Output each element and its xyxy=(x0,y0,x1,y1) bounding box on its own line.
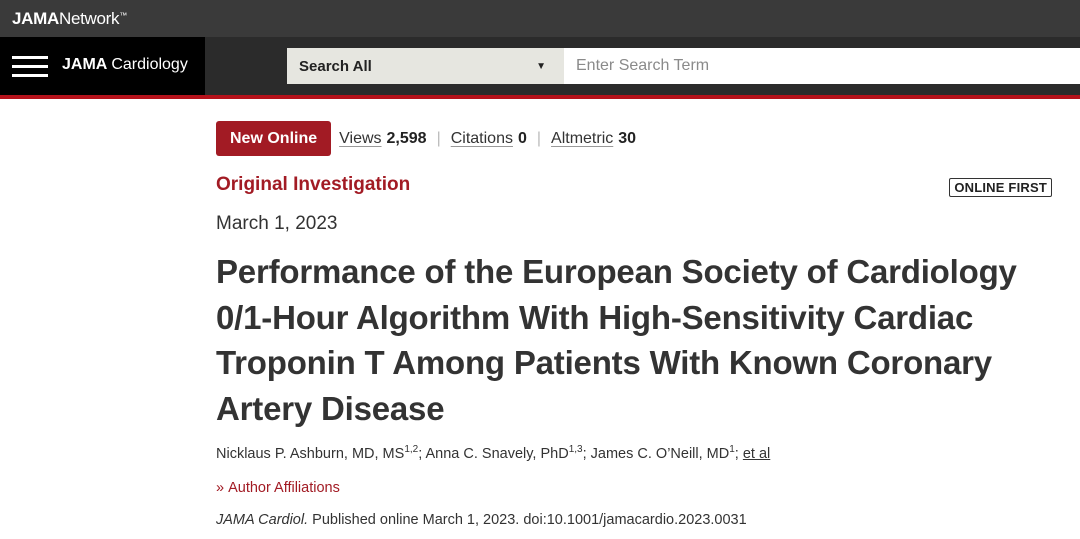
citation-details: Published online March 1, 2023. doi:10.1… xyxy=(308,512,747,528)
metric-value: 2,598 xyxy=(386,129,427,147)
article-header: New Online Views 2,598 | Citations 0 | A… xyxy=(216,121,1056,528)
article-metrics: New Online Views 2,598 | Citations 0 | A… xyxy=(216,121,1056,156)
author-affiliations-toggle[interactable]: » Author Affiliations xyxy=(216,480,340,496)
article-type: Original Investigation xyxy=(216,174,411,195)
menu-icon[interactable] xyxy=(12,56,48,78)
metric-value: 0 xyxy=(517,129,527,147)
journal-bar: JAMA Cardiology Search All ▼ xyxy=(0,37,1080,95)
metric-value: 30 xyxy=(618,129,637,147)
online-first-badge: ONLINE FIRST xyxy=(949,178,1052,197)
metric-label: Views xyxy=(339,129,382,147)
separator: | xyxy=(436,129,441,147)
journal-brand-area: JAMA Cardiology xyxy=(0,37,205,95)
new-online-badge: New Online xyxy=(216,121,332,156)
network-bar: JAMANetwork™ xyxy=(0,0,1080,37)
author-name[interactable]: Nicklaus P. Ashburn, MD, MS xyxy=(216,446,404,462)
author-affiliation-mark: 1,2 xyxy=(404,444,419,455)
journal-name-bold: JAMA xyxy=(62,56,108,73)
accent-rule xyxy=(0,95,1080,99)
metric-views[interactable]: Views 2,598 xyxy=(339,130,426,148)
journal-name-rest: Cardiology xyxy=(111,56,188,73)
search-scope-label: Search All xyxy=(299,57,372,75)
author-name[interactable]: Anna C. Snavely, PhD xyxy=(425,446,568,462)
author-list: Nicklaus P. Ashburn, MD, MS1,2; Anna C. … xyxy=(216,444,771,462)
network-brand-bold: JAMA xyxy=(12,9,59,28)
metric-altmetric[interactable]: Altmetric 30 xyxy=(551,130,636,148)
search-input[interactable] xyxy=(564,48,1080,84)
author-affiliation-mark: 1,3 xyxy=(568,444,583,455)
search-scope-select[interactable]: Search All ▼ xyxy=(287,48,564,84)
article-type-row: Original Investigation ONLINE FIRST xyxy=(216,174,1052,200)
double-chevron-right-icon: » xyxy=(216,480,225,496)
article-title: Performance of the European Society of C… xyxy=(216,253,1017,427)
metric-label: Citations xyxy=(450,129,513,147)
jama-network-logo[interactable]: JAMANetwork™ xyxy=(12,9,127,29)
network-brand-rest: Network xyxy=(58,9,120,28)
citation-journal: JAMA Cardiol. xyxy=(216,512,309,528)
journal-title[interactable]: JAMA Cardiology xyxy=(62,56,188,74)
caret-down-icon: ▼ xyxy=(536,60,546,72)
trademark: ™ xyxy=(119,11,127,20)
metric-label: Altmetric xyxy=(551,129,614,147)
affiliations-label: Author Affiliations xyxy=(228,480,340,496)
metric-citations[interactable]: Citations 0 xyxy=(451,130,527,148)
publication-date: March 1, 2023 xyxy=(216,213,338,234)
separator: | xyxy=(536,129,542,147)
author-affiliation-mark: 1 xyxy=(729,444,735,455)
citation-line: JAMA Cardiol. Published online March 1, … xyxy=(216,512,747,528)
author-name[interactable]: James C. O’Neill, MD xyxy=(591,446,730,462)
et-al-link[interactable]: et al xyxy=(743,446,770,462)
